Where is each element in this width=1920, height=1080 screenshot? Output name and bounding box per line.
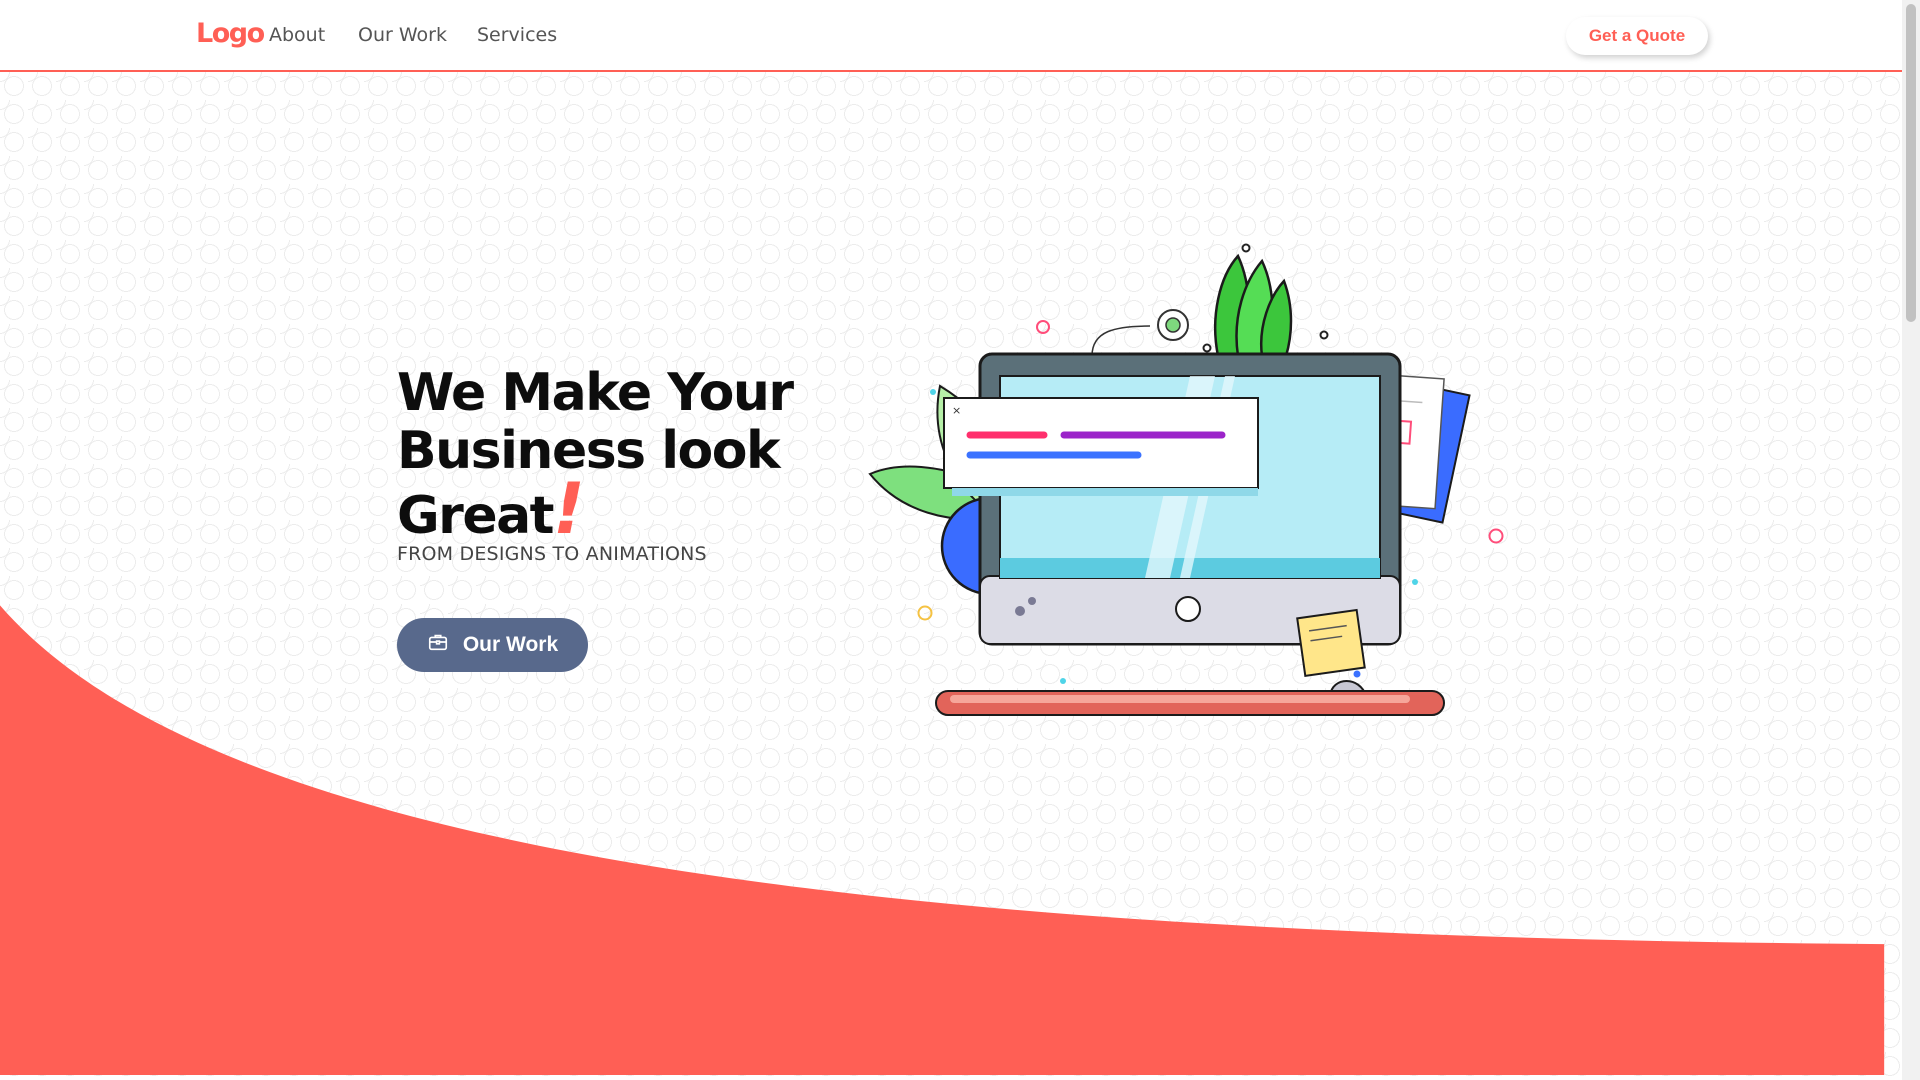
popup-window (943, 397, 1259, 489)
hero-title-line2: Business look (397, 421, 781, 481)
deco-dot (1412, 579, 1418, 585)
deco-dot (1060, 678, 1066, 684)
sticky-note (1296, 608, 1366, 677)
nav-link-services[interactable]: Services (477, 24, 557, 46)
deco-dot (1353, 670, 1361, 678)
logo[interactable]: Logo (196, 18, 265, 49)
scrollbar-thumb[interactable] (1906, 4, 1916, 322)
our-work-button-label: Our Work (462, 633, 559, 656)
hero-title-line3: Great (397, 486, 555, 546)
scrollbar[interactable] (1902, 0, 1920, 1080)
nav-link-about[interactable]: About (269, 24, 325, 46)
deco-ring (1202, 343, 1212, 353)
deco-dot (930, 389, 936, 395)
hero-title: We Make Your Business look Great! (397, 364, 857, 545)
deco-ring (1036, 320, 1050, 334)
deco-ring (1241, 243, 1251, 253)
monitor-illustration: × (868, 243, 1504, 716)
hero-subtitle: FROM DESIGNS TO ANIMATIONS (397, 543, 707, 565)
hero-title-line1: We Make Your (397, 363, 794, 423)
deco-ring (1319, 330, 1329, 340)
deco-ring (917, 605, 933, 621)
our-work-button[interactable]: Our Work (397, 618, 588, 672)
get-a-quote-button[interactable]: Get a Quote (1566, 17, 1708, 55)
briefcase-icon (427, 631, 449, 659)
close-icon: × (952, 404, 961, 417)
hero-title-exclaim: ! (553, 468, 585, 550)
nav-link-our-work[interactable]: Our Work (358, 24, 447, 46)
deco-ring (1488, 528, 1504, 544)
navbar: Logo About Our Work Services Get a Quote (0, 0, 1902, 72)
